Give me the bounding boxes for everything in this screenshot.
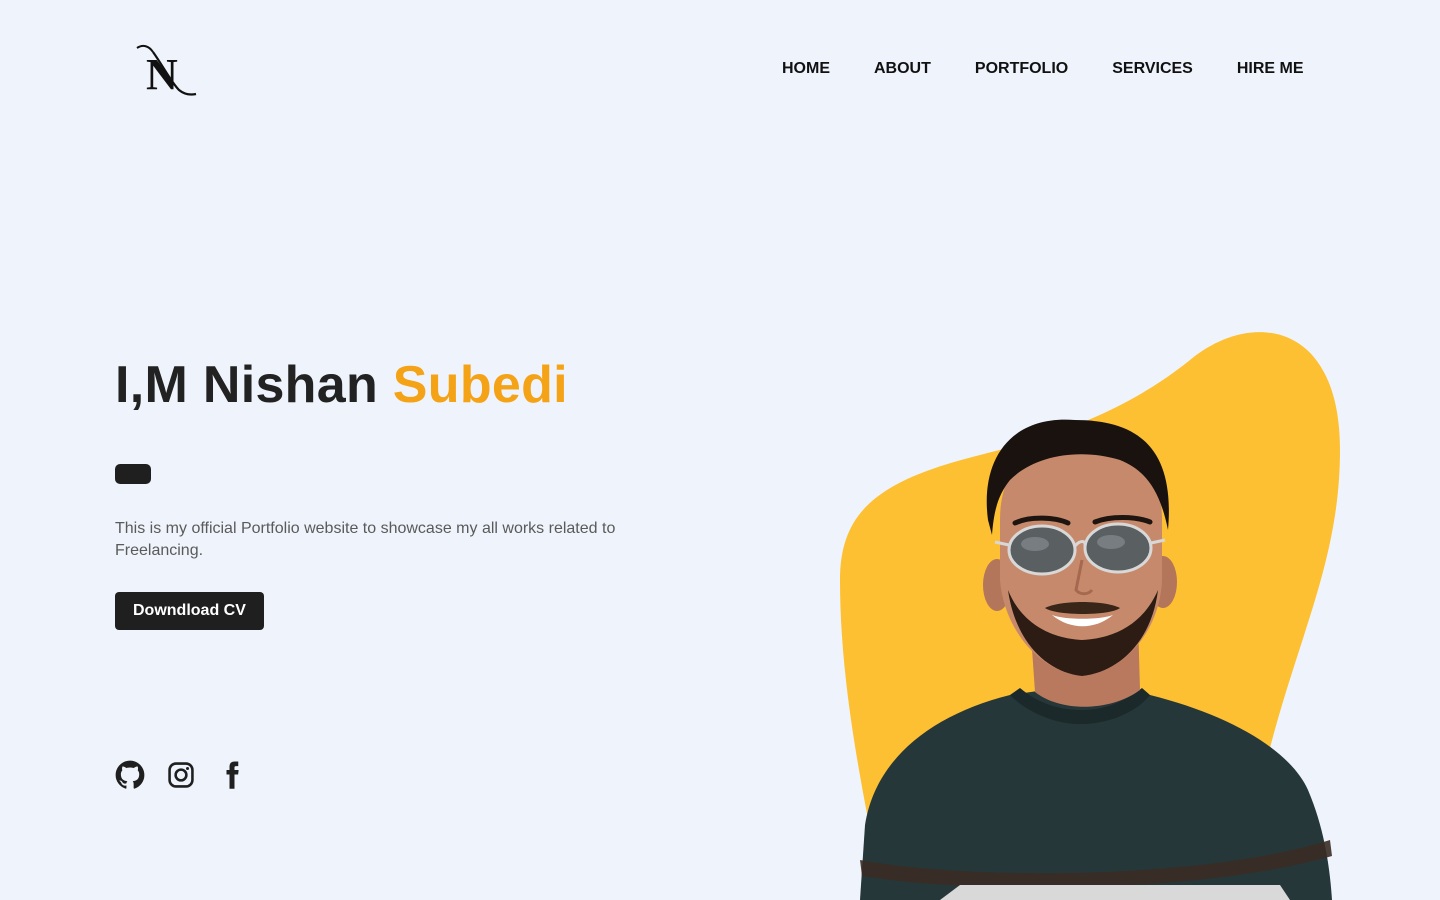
facebook-icon[interactable]	[217, 760, 247, 790]
nav-services[interactable]: SERVICES	[1112, 60, 1193, 78]
logo-letter: N	[146, 50, 178, 98]
github-icon[interactable]	[115, 760, 145, 790]
nav-home[interactable]: HOME	[782, 60, 830, 78]
logo[interactable]: N	[133, 42, 199, 98]
typing-indicator	[115, 464, 151, 484]
nav-about[interactable]: ABOUT	[874, 60, 931, 78]
profile-photo	[840, 332, 1340, 900]
main-nav: HOME ABOUT PORTFOLIO SERVICES HIRE ME	[782, 60, 1304, 78]
page: N HOME ABOUT PORTFOLIO SERVICES HIRE ME …	[0, 0, 1440, 900]
hero-title: I,M Nishan Subedi	[115, 357, 568, 413]
hero-description: This is my official Portfolio website to…	[115, 520, 616, 559]
instagram-icon[interactable]	[167, 761, 195, 789]
social-links	[115, 760, 247, 790]
nav-portfolio[interactable]: PORTFOLIO	[975, 60, 1068, 78]
download-cv-button[interactable]: Downdload CV	[115, 592, 264, 630]
nav-hire-me[interactable]: HIRE ME	[1237, 60, 1304, 78]
hero-title-accent: Subedi	[392, 356, 568, 414]
hero-title-prefix: I,M Nishan	[115, 356, 379, 414]
